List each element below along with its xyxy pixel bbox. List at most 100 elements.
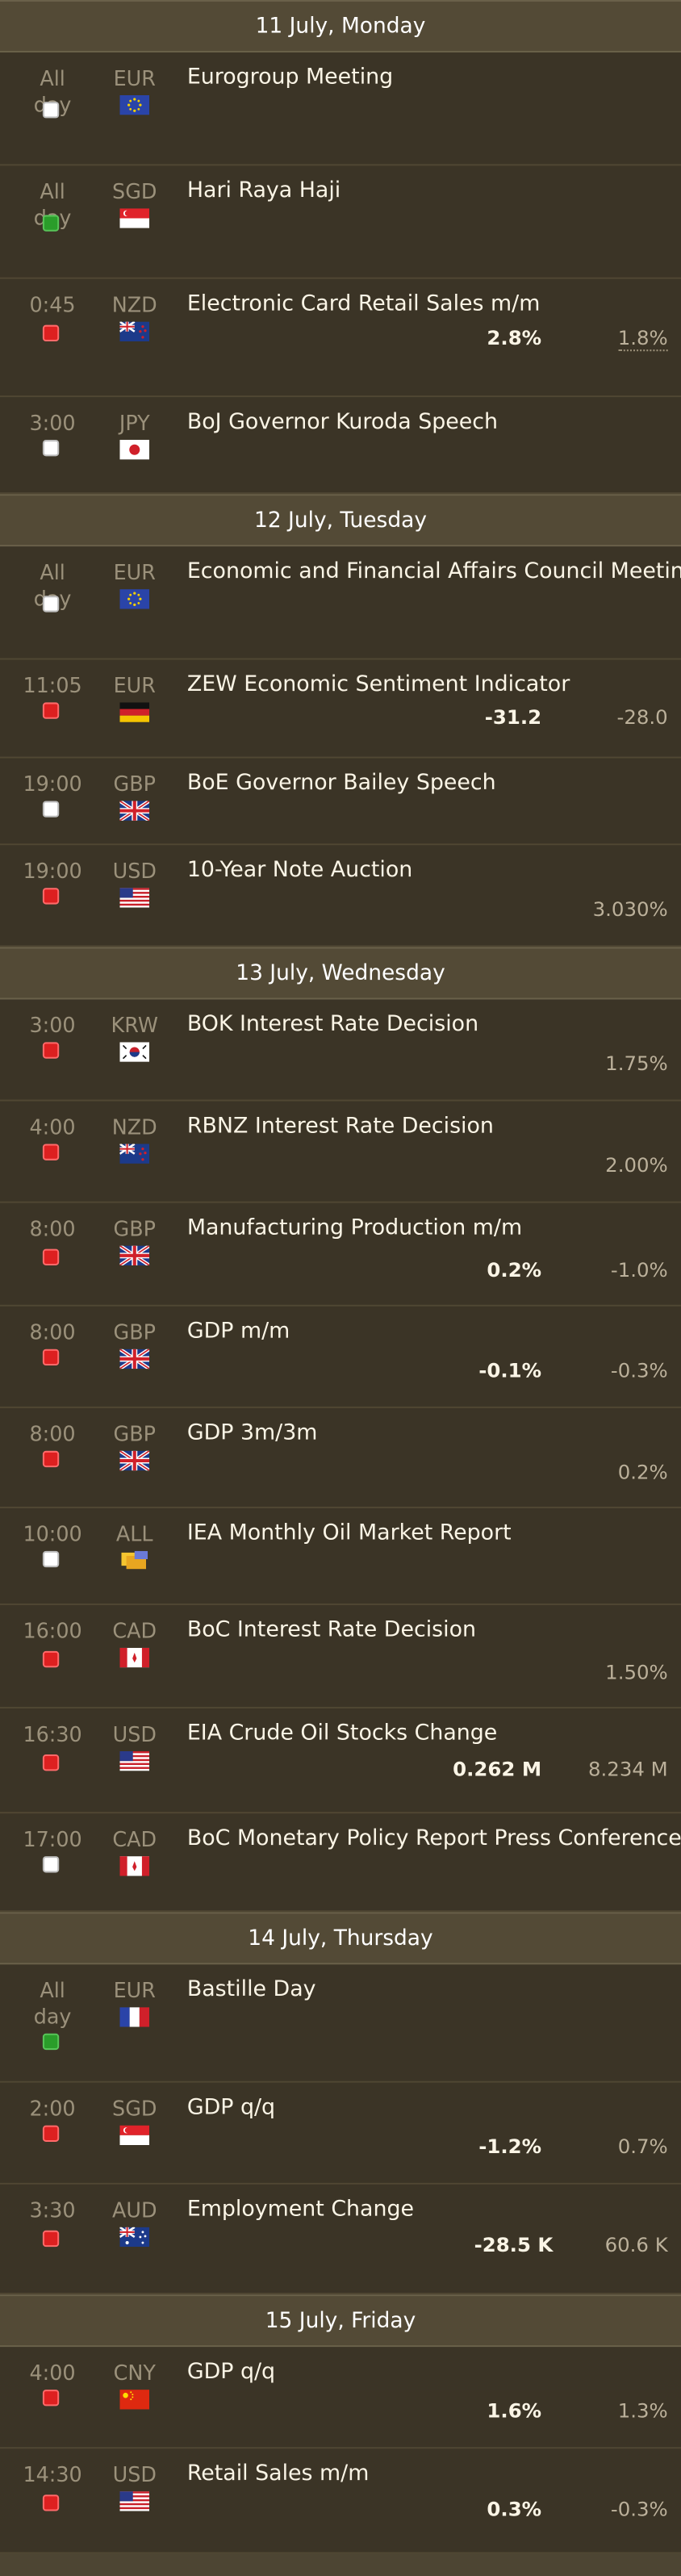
event-title[interactable]: GDP m/m	[187, 1319, 290, 1346]
high-importance-indicator[interactable]	[42, 2390, 60, 2407]
event-row-gdp-q-q[interactable]: 2:00 SGD GDP q/q -1.2% 0.7%	[0, 2082, 681, 2185]
high-importance-indicator[interactable]	[42, 1754, 60, 1771]
event-title[interactable]: GDP q/q	[187, 2360, 275, 2386]
flag-fr-icon	[119, 2007, 150, 2027]
high-importance-indicator[interactable]	[42, 1450, 60, 1468]
event-row-hari-raya-haji[interactable]: All daySGDHari Raya Haji	[0, 165, 681, 279]
event-time: 10:00	[23, 1521, 82, 1546]
event-title[interactable]: IEA Monthly Oil Market Report	[187, 1521, 512, 1548]
low-importance-indicator[interactable]	[42, 596, 60, 613]
high-importance-indicator[interactable]	[42, 888, 60, 905]
event-currency: USD	[112, 2461, 157, 2487]
event-currency: AUD	[111, 2198, 157, 2223]
event-row-bok-interest-rate-decision[interactable]: 3:00 KRW BOK Interest Rate Decision 1.75%	[0, 999, 681, 1102]
event-row-eia-crude-oil-stocks-change[interactable]: 16:30 USD EIA Crude Oil Stocks Change 0.262…	[0, 1708, 681, 1814]
event-row-economic-and-financial-affairs-council-meeting[interactable]: All dayEUREconomic and Financial Affairs…	[0, 546, 681, 660]
event-title[interactable]: Hari Raya Haji	[187, 179, 340, 206]
high-importance-indicator[interactable]	[42, 2494, 60, 2511]
event-row-retail-sales-m-m[interactable]: 14:30 USD Retail Sales m/m 0.3% -0.3%	[0, 2448, 681, 2554]
actual-value: 0.262 M	[453, 1758, 542, 1781]
event-row-boj-governor-kuroda-speech[interactable]: 3:00 JPY BoJ Governor Kuroda Speech	[0, 397, 681, 495]
flag-ca-icon	[119, 1647, 150, 1668]
actual-value: 2.8%	[487, 326, 542, 350]
high-importance-indicator[interactable]	[42, 2125, 60, 2142]
previous-value[interactable]: 1.8%	[617, 327, 668, 352]
event-title[interactable]: Manufacturing Production m/m	[187, 1216, 522, 1243]
event-row-boe-governor-bailey-speech[interactable]: 19:00 GBP BoE Governor Bailey Speech	[0, 758, 681, 846]
high-importance-indicator[interactable]	[42, 324, 60, 342]
event-time: 19:00	[23, 771, 82, 797]
flag-ca-icon	[119, 1856, 150, 1876]
event-row-gdp-m-m[interactable]: 8:00 GBP GDP m/m -0.1% -0.3%	[0, 1306, 681, 1408]
event-row-manufacturing-production-m-m[interactable]: 8:00 GBP Manufacturing Production m/m 0.2% -…	[0, 1202, 681, 1307]
event-title[interactable]: Electronic Card Retail Sales m/m	[187, 292, 540, 319]
event-currency: USD	[112, 1721, 157, 1746]
event-time: 19:00	[23, 858, 82, 884]
event-title[interactable]: RBNZ Interest Rate Decision	[187, 1114, 494, 1141]
previous-value: 1.75%	[605, 1052, 668, 1076]
event-time: 11:05	[23, 672, 82, 698]
high-importance-indicator[interactable]	[42, 2230, 60, 2248]
event-title[interactable]: Employment Change	[187, 2198, 414, 2224]
flag-us-icon	[119, 888, 150, 908]
event-title[interactable]: Eurogroup Meeting	[187, 65, 393, 92]
day-header: 12 July, Tuesday	[0, 494, 681, 547]
high-importance-indicator[interactable]	[42, 702, 60, 719]
event-row-bastille-day[interactable]: All day EUR Bastille Day	[0, 1964, 681, 2083]
holiday-indicator[interactable]	[42, 215, 60, 232]
event-currency: EUR	[113, 672, 156, 698]
day-header: 13 July, Wednesday	[0, 947, 681, 1000]
event-title[interactable]: ZEW Economic Sentiment Indicator	[187, 673, 570, 700]
event-title[interactable]: BoC Monetary Policy Report Press Confere…	[187, 1827, 681, 1854]
high-importance-indicator[interactable]	[42, 1042, 60, 1059]
event-title[interactable]: BoJ Governor Kuroda Speech	[187, 410, 498, 437]
event-currency: SGD	[112, 178, 157, 204]
event-title[interactable]: BoC Interest Rate Decision	[187, 1618, 476, 1645]
day-header: 14 July, Thursday	[0, 1912, 681, 1965]
event-title[interactable]: 10-Year Note Auction	[187, 859, 412, 885]
event-title[interactable]: BoE Governor Bailey Speech	[187, 772, 496, 798]
event-title[interactable]: Economic and Financial Affairs Council M…	[187, 559, 681, 586]
event-time: 16:00	[23, 1618, 82, 1643]
high-importance-indicator[interactable]	[42, 1144, 60, 1160]
low-importance-indicator[interactable]	[42, 102, 60, 119]
event-title[interactable]: Bastille Day	[187, 1978, 316, 2005]
event-row-gdp-3m-3m[interactable]: 8:00 GBP GDP 3m/3m 0.2%	[0, 1407, 681, 1508]
high-importance-indicator[interactable]	[42, 1650, 60, 1668]
high-importance-indicator[interactable]	[42, 1248, 60, 1265]
previous-value: 2.00%	[605, 1153, 668, 1177]
holiday-indicator[interactable]	[42, 2033, 60, 2051]
low-importance-indicator[interactable]	[42, 801, 60, 818]
flag-gb-icon	[119, 1245, 150, 1265]
event-row-employment-change[interactable]: 3:30 AUD Employment Change -28.5 K 60.6 K	[0, 2184, 681, 2295]
previous-value: 0.2%	[617, 1460, 668, 1484]
event-title[interactable]: GDP q/q	[187, 2096, 275, 2122]
event-row-zew-economic-sentiment-indicator[interactable]: 11:05 EUR ZEW Economic Sentiment Indicator…	[0, 659, 681, 759]
event-currency: KRW	[111, 1012, 158, 1038]
flag-gb-icon	[119, 801, 150, 821]
event-row-boc-interest-rate-decision[interactable]: 16:00 CAD BoC Interest Rate Decision 1.50%	[0, 1604, 681, 1709]
event-title[interactable]: BOK Interest Rate Decision	[187, 1013, 478, 1039]
event-row-eurogroup-meeting[interactable]: All dayEUREurogroup Meeting	[0, 52, 681, 166]
low-importance-indicator[interactable]	[42, 440, 60, 457]
high-importance-indicator[interactable]	[42, 1349, 60, 1366]
low-importance-indicator[interactable]	[42, 1550, 60, 1568]
event-row-boc-monetary-policy-report-press-conference[interactable]: 17:00 CAD BoC Monetary Policy Report Press…	[0, 1813, 681, 1913]
flag-gb-icon	[119, 1450, 150, 1471]
event-currency: EUR	[113, 65, 156, 90]
event-row-iea-monthly-oil-market-report[interactable]: 10:00 ALL IEA Monthly Oil Market Report	[0, 1508, 681, 1605]
event-time: 4:00	[29, 2360, 76, 2385]
event-row-10-year-note-auction[interactable]: 19:00 USD 10-Year Note Auction 3.030%	[0, 845, 681, 947]
event-currency: EUR	[113, 559, 156, 584]
previous-value: -28.0	[616, 705, 668, 729]
event-title[interactable]: Retail Sales m/m	[187, 2462, 370, 2489]
event-currency: EUR	[113, 1977, 156, 2003]
event-title[interactable]: EIA Crude Oil Stocks Change	[187, 1721, 497, 1748]
event-currency: NZD	[111, 1114, 157, 1140]
event-row-gdp-q-q[interactable]: 4:00 CNY GDP q/q 1.6% 1.3%	[0, 2347, 681, 2449]
low-importance-indicator[interactable]	[42, 1856, 60, 1873]
event-row-electronic-card-retail-sales-m-m[interactable]: 0:45 NZD Electronic Card Retail Sales m/m 2…	[0, 278, 681, 398]
event-title[interactable]: GDP 3m/3m	[187, 1421, 318, 1448]
event-row-rbnz-interest-rate-decision[interactable]: 4:00 NZD RBNZ Interest Rate Decision 2.00%	[0, 1101, 681, 1203]
flag-us-icon	[119, 1750, 150, 1771]
